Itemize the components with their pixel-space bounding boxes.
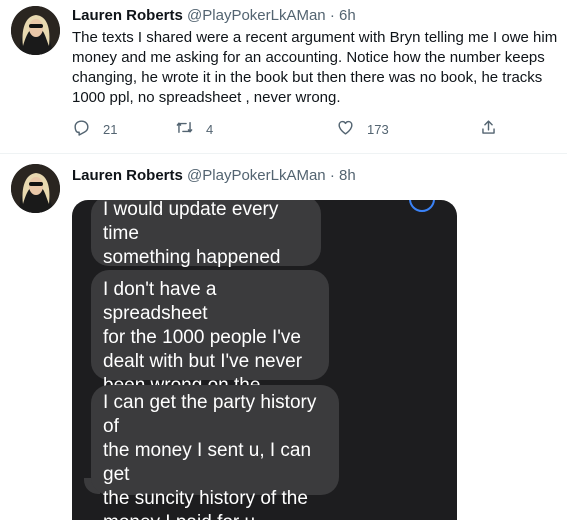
- separator-dot: ·: [329, 7, 335, 24]
- author-name[interactable]: Lauren Roberts: [72, 7, 183, 24]
- tweet-text: The texts I shared were a recent argumen…: [72, 28, 560, 108]
- retweet-icon: [175, 118, 194, 140]
- tweet-actions: 21 4 173: [72, 118, 512, 142]
- author-handle[interactable]: @PlayPokerLkAMan: [187, 7, 326, 24]
- message-line: dealt with but I've never: [103, 351, 303, 372]
- message-bubble: I can get the party history of the money…: [91, 385, 339, 520]
- share-button[interactable]: [479, 118, 498, 140]
- retweet-count: 4: [206, 121, 214, 137]
- message-line: the suncity history of the: [103, 488, 308, 509]
- message-line: I would update every time: [103, 200, 279, 244]
- author-handle[interactable]: @PlayPokerLkAMan: [187, 167, 326, 184]
- message-bubble: I don't have a spreadsheet for the 1000 …: [91, 270, 329, 420]
- tweet-text-line: changing, he wrote it in the book but th…: [72, 69, 543, 86]
- circle-icon: [409, 200, 435, 212]
- message-line: something happened: [103, 247, 281, 268]
- avatar[interactable]: [11, 6, 60, 55]
- like-button[interactable]: 173: [336, 118, 389, 140]
- like-count: 173: [367, 121, 389, 137]
- reply-icon: [72, 118, 91, 140]
- author-name[interactable]: Lauren Roberts: [72, 167, 183, 184]
- message-line: I can get the party history of: [103, 392, 317, 437]
- tweet[interactable]: Lauren Roberts @PlayPokerLkAMan · 8h I w…: [0, 154, 567, 520]
- share-icon: [479, 118, 498, 140]
- message-line: for the 1000 people I've: [103, 327, 301, 348]
- retweet-button[interactable]: 4: [175, 118, 213, 140]
- message-line: the money I sent u, I can get: [103, 440, 312, 485]
- message-line: money I paid for u: [103, 511, 327, 520]
- message-line: I don't have a spreadsheet: [103, 279, 217, 324]
- avatar[interactable]: [11, 164, 60, 213]
- screenshot-image[interactable]: I would update every time something happ…: [72, 200, 457, 520]
- tweet-time[interactable]: 6h: [339, 7, 356, 24]
- tweet[interactable]: Lauren Roberts @PlayPokerLkAMan · 6h The…: [0, 0, 567, 154]
- tweet-text-line: 1000 ppl, no spreadsheet , never wrong.: [72, 89, 341, 106]
- tweet-time[interactable]: 8h: [339, 167, 356, 184]
- tweet-header: Lauren Roberts @PlayPokerLkAMan · 8h: [72, 166, 356, 186]
- like-icon: [336, 118, 355, 140]
- separator-dot: ·: [329, 167, 335, 184]
- reply-count: 21: [103, 121, 118, 137]
- reply-button[interactable]: 21: [72, 118, 117, 140]
- tweet-text-line: money and me asking for an accounting. N…: [72, 49, 545, 66]
- message-bubble: I would update every time something happ…: [91, 200, 321, 268]
- tweet-header: Lauren Roberts @PlayPokerLkAMan · 6h: [72, 6, 356, 26]
- tweet-text-line: The texts I shared were a recent argumen…: [72, 29, 558, 46]
